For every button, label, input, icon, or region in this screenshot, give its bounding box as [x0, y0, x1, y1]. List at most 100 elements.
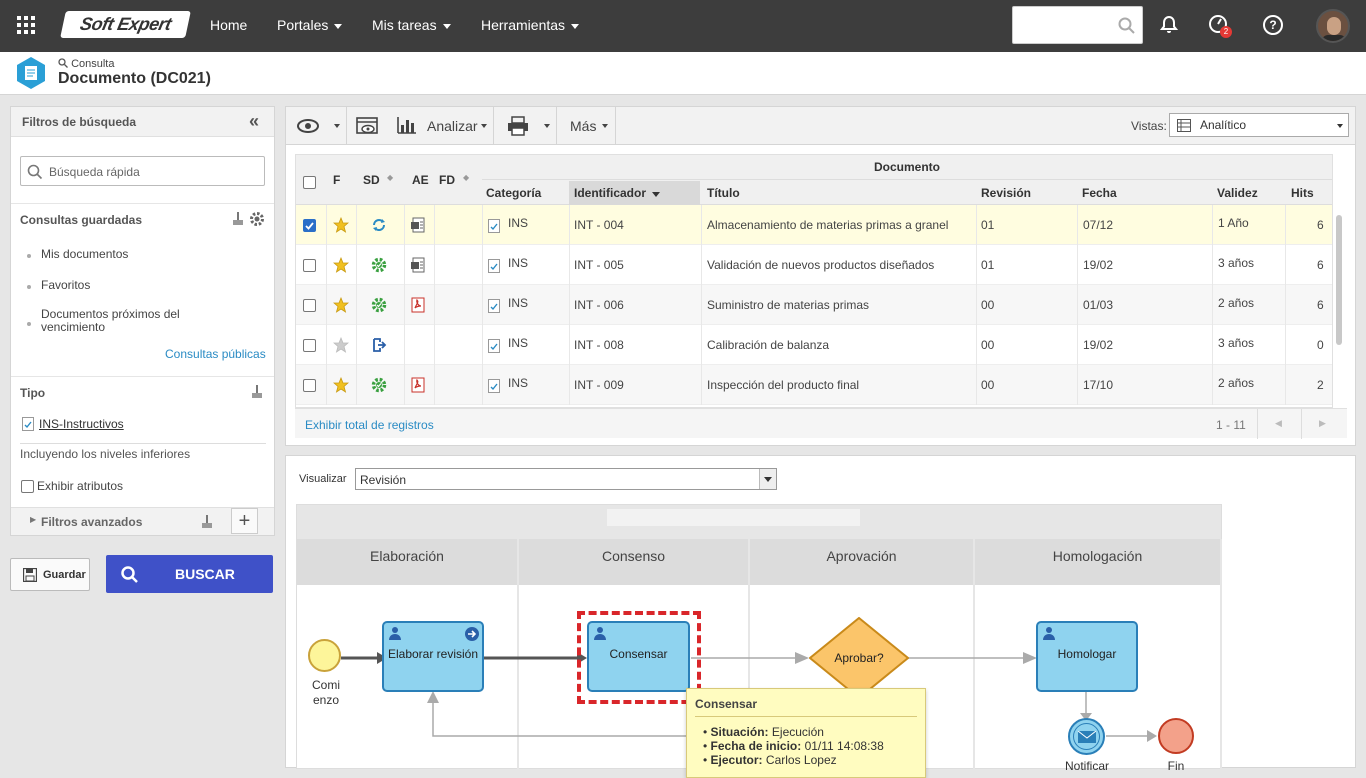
nav-mis-tareas[interactable]: Mis tareas [372, 17, 451, 33]
notify-event[interactable] [1068, 718, 1105, 755]
cell-titulo[interactable]: Calibración de balanza [707, 325, 829, 365]
brand-logo[interactable]: Soft Expert [60, 11, 191, 38]
apps-grid-icon[interactable] [17, 16, 35, 34]
chevron-down-icon[interactable] [481, 124, 487, 128]
search-icon[interactable] [1118, 17, 1136, 35]
row-checkbox[interactable] [303, 339, 316, 352]
saved-query-proximos-vencimiento[interactable]: Documentos próximos del vencimiento [41, 308, 211, 334]
cell-titulo[interactable]: Almacenamiento de materias primas a gran… [707, 205, 948, 245]
avatar[interactable] [1316, 9, 1350, 43]
saved-query-mis-documentos[interactable]: Mis documentos [41, 247, 128, 261]
end-event[interactable] [1158, 718, 1194, 754]
table-row[interactable]: INS INT - 008 Calibración de balanza 00 19/0… [296, 325, 1332, 365]
broom-icon[interactable] [251, 385, 263, 399]
divider [556, 107, 557, 145]
results-panel: Analizar Más Vistas: Analítico F SD ◆ AE… [285, 106, 1356, 446]
eye-icon[interactable] [297, 119, 319, 133]
table-row[interactable]: INS INT - 006 Suministro de materias prima… [296, 285, 1332, 325]
row-checkbox[interactable] [303, 299, 316, 312]
favorite-star-icon[interactable] [332, 296, 350, 316]
preview-window-icon[interactable] [356, 117, 378, 136]
add-filter-button[interactable]: + [231, 508, 258, 534]
show-total-link[interactable]: Exhibir total de registros [305, 418, 434, 432]
column-header-categoria[interactable]: Categoría [486, 186, 541, 200]
tooltip-ejecutor-label: Ejecutor: [710, 753, 763, 767]
chevron-down-icon[interactable] [602, 124, 608, 128]
sort-icon[interactable]: ◆ [463, 173, 469, 182]
row-checkbox[interactable] [303, 379, 316, 392]
task-consensar[interactable]: Consensar [587, 621, 690, 692]
collapse-panel-icon[interactable]: « [249, 111, 259, 132]
nav-mis-tareas-label: Mis tareas [372, 17, 437, 33]
search-button[interactable]: BUSCAR [106, 555, 273, 593]
visualize-select[interactable]: Revisión [355, 468, 777, 490]
quick-search-input[interactable]: Búsqueda rápida [20, 156, 265, 186]
tipo-item-ins[interactable]: INS-Instructivos [39, 417, 124, 431]
column-header-titulo[interactable]: Título [707, 186, 740, 200]
column-header-sd[interactable]: SD [363, 173, 380, 187]
nav-home[interactable]: Home [210, 17, 247, 33]
pdf-file-icon[interactable] [410, 297, 426, 316]
chevron-down-icon[interactable] [334, 124, 340, 128]
task-elaborar-revision[interactable]: Elaborar revisión [382, 621, 484, 692]
public-queries-link[interactable]: Consultas públicas [165, 347, 266, 361]
column-divider [404, 365, 405, 405]
column-header-validez[interactable]: Validez [1217, 186, 1258, 200]
chevron-down-icon[interactable] [544, 124, 550, 128]
saved-query-favoritos[interactable]: Favoritos [41, 278, 90, 292]
divider [11, 376, 274, 377]
table-row[interactable]: INS INT - 004 Almacenamiento de materias p… [296, 205, 1332, 245]
sort-icon[interactable]: ◆ [387, 173, 393, 182]
bar-chart-icon[interactable] [397, 116, 417, 134]
column-divider [326, 285, 327, 325]
cell-titulo[interactable]: Validación de nuevos productos diseñados [707, 245, 934, 285]
cell-titulo[interactable]: Suministro de materias primas [707, 285, 869, 325]
nav-herramientas[interactable]: Herramientas [481, 17, 580, 33]
favorite-star-icon[interactable] [332, 256, 350, 276]
prev-page-icon[interactable]: ◀ [1275, 418, 1282, 429]
help-icon[interactable]: ? [1262, 14, 1284, 36]
column-divider [482, 365, 483, 405]
column-header-hits[interactable]: Hits [1291, 186, 1314, 200]
save-button[interactable]: Guardar [10, 558, 90, 591]
analyze-menu[interactable]: Analizar [427, 118, 478, 134]
favorite-star-icon[interactable] [332, 376, 350, 396]
start-event[interactable] [308, 639, 341, 672]
favorite-star-icon[interactable] [332, 216, 350, 236]
advanced-filters-bar[interactable]: ▶ Filtros avanzados + [11, 507, 274, 535]
show-attributes-checkbox[interactable] [21, 480, 34, 493]
bell-icon[interactable] [1159, 15, 1179, 35]
printer-icon[interactable] [507, 116, 529, 136]
word-file-icon[interactable] [410, 257, 426, 276]
cell-titulo[interactable]: Inspección del producto final [707, 365, 859, 405]
nav-portales[interactable]: Portales [277, 17, 343, 33]
column-header-identificador[interactable]: Identificador [574, 186, 646, 200]
task-homologar[interactable]: Homologar [1036, 621, 1138, 692]
tipo-title: Tipo [20, 386, 46, 400]
select-all-checkbox[interactable] [303, 176, 316, 189]
column-header-fecha[interactable]: Fecha [1082, 186, 1117, 200]
column-header-f[interactable]: F [333, 173, 340, 187]
cell-validez: 1 Año [1218, 216, 1249, 230]
gear-icon[interactable] [249, 211, 265, 227]
sort-desc-icon[interactable] [652, 192, 660, 197]
next-page-icon[interactable]: ▶ [1319, 418, 1326, 429]
gateway-aprobar[interactable]: Aprobar? [808, 616, 910, 700]
column-header-ae[interactable]: AE [412, 173, 429, 187]
broom-icon[interactable] [232, 212, 244, 226]
favorite-star-icon[interactable] [332, 336, 350, 356]
row-checkbox[interactable] [303, 259, 316, 272]
table-row[interactable]: INS INT - 005 Validación de nuevos product… [296, 245, 1332, 285]
views-select[interactable]: Analítico [1169, 113, 1349, 137]
column-header-revision[interactable]: Revisión [981, 186, 1031, 200]
global-search-input[interactable] [1012, 6, 1143, 44]
column-header-fd[interactable]: FD [439, 173, 455, 187]
breadcrumb: Consulta [58, 58, 114, 70]
row-checkbox[interactable] [303, 219, 316, 232]
word-file-icon[interactable] [410, 217, 426, 236]
grid-scrollbar[interactable] [1336, 215, 1342, 345]
table-row[interactable]: INS INT - 009 Inspección del producto fina… [296, 365, 1332, 405]
pdf-file-icon[interactable] [410, 377, 426, 396]
more-menu[interactable]: Más [570, 118, 596, 134]
broom-icon[interactable] [201, 515, 213, 529]
